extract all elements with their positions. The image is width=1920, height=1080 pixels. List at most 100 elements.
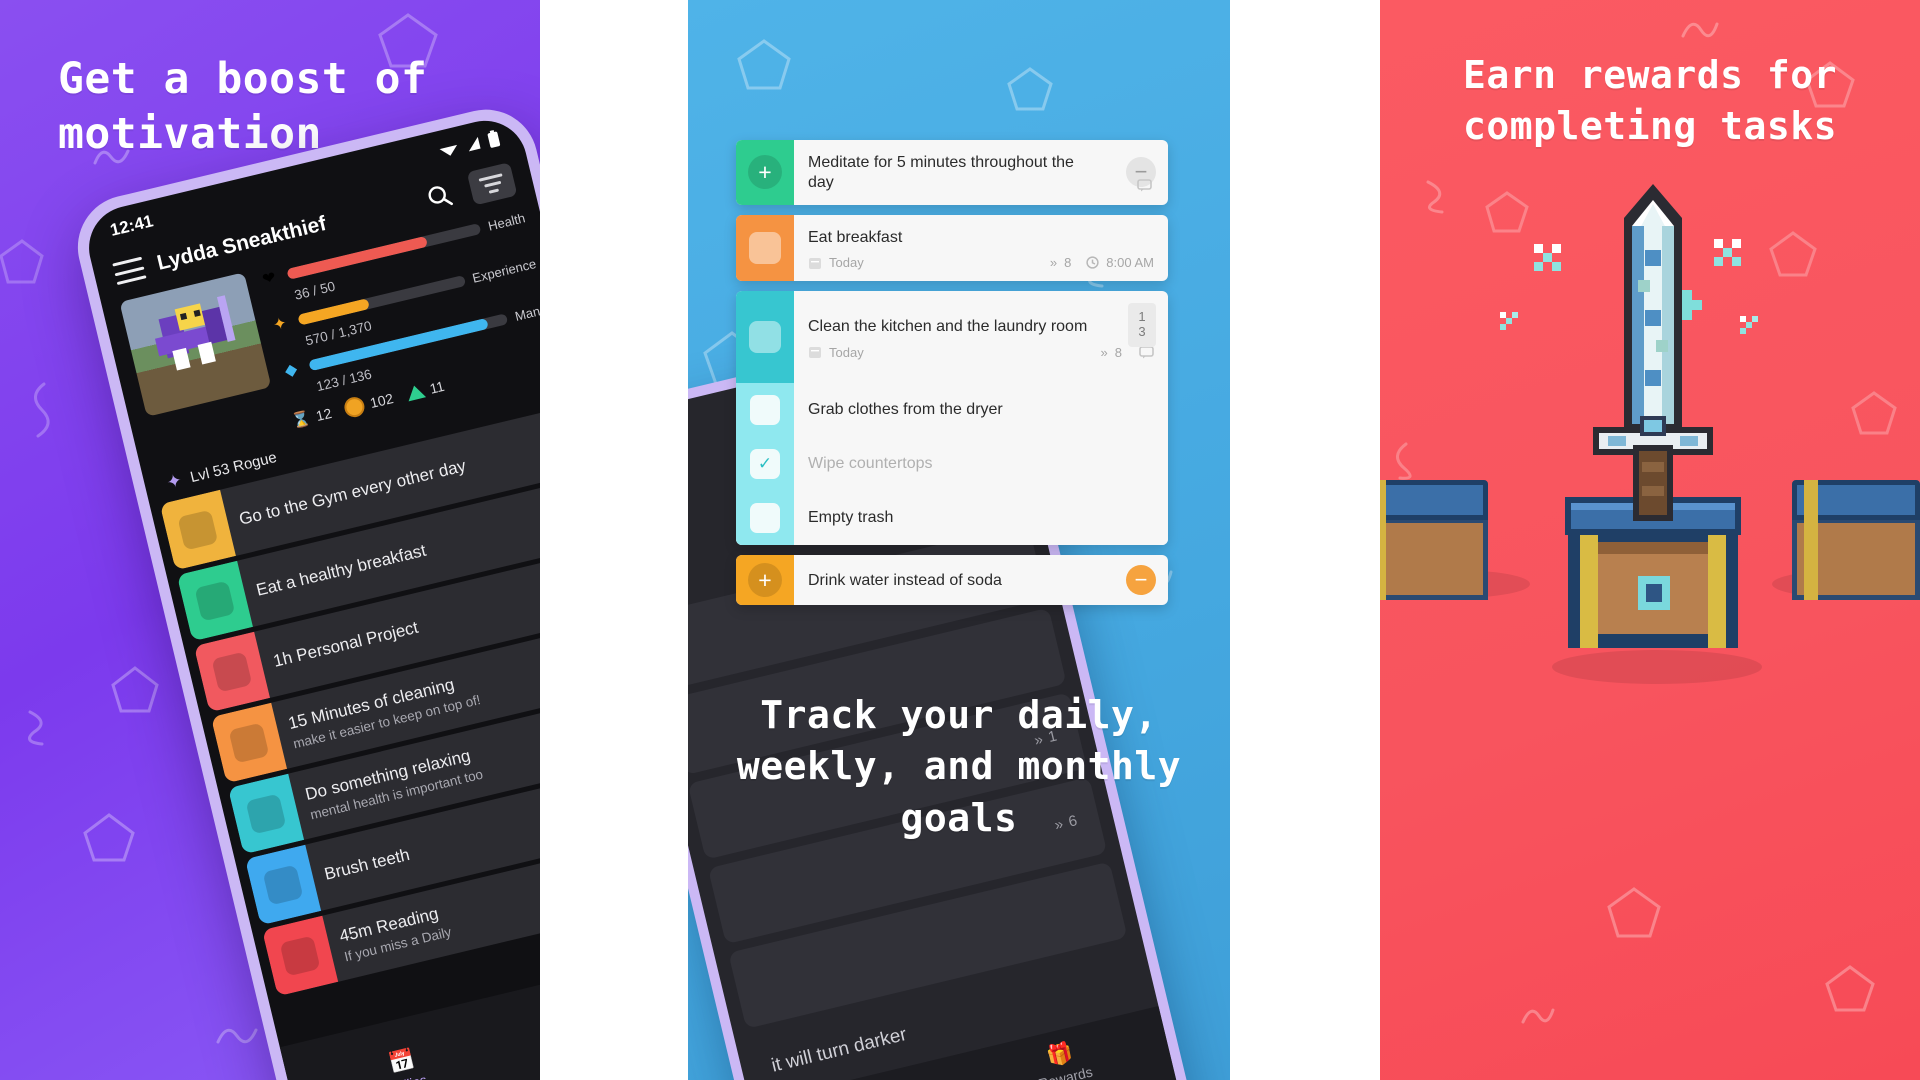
subtask-label: Wipe countertops — [808, 455, 933, 473]
subtask-label: Grab clothes from the dryer — [808, 401, 1003, 419]
note-icon — [1137, 179, 1152, 195]
check-icon[interactable]: ✓ — [750, 449, 780, 480]
panel-left: Get a boost of motivation 12:41 Lydda Sn… — [0, 0, 540, 1080]
task-card-list: + Meditate for 5 minutes throughout the … — [736, 140, 1168, 615]
task-card-habit[interactable]: + Meditate for 5 minutes throughout the … — [736, 140, 1168, 205]
star-icon: ✦ — [271, 314, 289, 335]
streak-icon: » — [1049, 255, 1058, 271]
meta-streak: 8 — [1064, 255, 1072, 271]
task-meta: Today » 8 — [808, 345, 1154, 360]
meta-due: Today — [829, 344, 864, 360]
phone-mockup-left: 12:41 Lydda Sneakthief ❤ Health 36 / 50 … — [67, 87, 540, 1080]
sparkle-icon — [1534, 244, 1561, 271]
task-title: Drink water instead of soda — [808, 572, 1002, 590]
checkbox-icon[interactable] — [749, 321, 781, 354]
task-checkbox[interactable] — [736, 291, 794, 384]
signal-icon — [468, 136, 481, 152]
doodle-squiggle — [24, 380, 58, 440]
plus-circle-icon[interactable]: + — [748, 563, 782, 598]
habit-plus-control[interactable]: + — [736, 140, 794, 205]
gold-counter: 102 — [342, 388, 396, 420]
status-time: 12:41 — [108, 211, 156, 240]
coin-icon — [342, 394, 367, 420]
hamburger-icon[interactable] — [112, 256, 147, 286]
subtask-done: 1 — [1138, 309, 1146, 325]
subtask-row[interactable]: Grab clothes from the dryer — [736, 383, 1168, 438]
pixel-sword-icon — [1593, 184, 1713, 521]
note-icon — [1139, 345, 1154, 359]
hourglass-icon: ⌛ — [290, 409, 313, 431]
doodle-pentagon — [736, 38, 792, 92]
habit-plus-control[interactable]: + — [736, 555, 794, 606]
hourglass-counter: ⌛ 12 — [290, 404, 334, 431]
subtask-checkbox[interactable] — [736, 383, 794, 438]
battery-icon — [487, 129, 501, 148]
doodle-squiggle — [1520, 1002, 1556, 1032]
panel-right: Earn rewards for completing tasks — [1380, 0, 1920, 1080]
task-card-todo[interactable]: Eat breakfast Today » 8 8:00 AM — [736, 214, 1168, 282]
sparkle-icon — [1500, 312, 1518, 330]
streak-icon: » — [1100, 344, 1108, 360]
calendar-icon — [808, 256, 822, 270]
task-card-checklist[interactable]: Clean the kitchen and the laundry room T… — [736, 291, 1168, 546]
wifi-icon — [439, 144, 458, 156]
nav-item-dailies[interactable]: 📅 Dailies — [381, 1046, 428, 1080]
doodle-pentagon — [0, 238, 44, 286]
rogue-icon: ✦ — [164, 469, 184, 493]
sparkle-icon — [1740, 316, 1758, 334]
doodle-squiggle — [1680, 14, 1720, 46]
panel-mid: » 2 » 1 » 6 it will turn darker ✓ To Do'… — [688, 0, 1230, 1080]
subtask-count-badge: 1 3 — [1128, 303, 1156, 348]
doodle-pentagon — [110, 665, 160, 715]
gem-icon: ◆ — [283, 360, 300, 381]
task-checkbox[interactable] — [736, 214, 794, 282]
minus-circle-icon[interactable]: − — [1126, 565, 1156, 596]
reward-artwork — [1380, 180, 1920, 720]
gem-icon — [404, 383, 426, 402]
subtask-total: 3 — [1138, 324, 1146, 340]
screenshot-stage: Get a boost of motivation 12:41 Lydda Sn… — [0, 0, 1920, 1080]
doodle-pentagon — [1006, 66, 1054, 112]
subtask-row[interactable]: ✓ Wipe countertops — [736, 437, 1168, 492]
gift-icon: 🎁 — [1044, 1040, 1076, 1070]
stat-label: Health — [486, 209, 527, 234]
doodle-pentagon — [1606, 886, 1662, 940]
checkbox-icon[interactable] — [750, 395, 780, 426]
task-title: Clean the kitchen and the laundry room — [808, 318, 1088, 336]
subtask-checkbox[interactable] — [736, 491, 794, 546]
doodle-pentagon — [1824, 964, 1876, 1014]
nav-label: Rewards — [1036, 1063, 1095, 1080]
task-title: Meditate for 5 minutes throughout the da… — [808, 154, 1074, 192]
subtask-row[interactable]: Empty trash — [736, 491, 1168, 546]
task-list: Go to the Gym every other day Eat a heal… — [150, 402, 540, 999]
plus-circle-icon[interactable]: + — [748, 155, 782, 190]
subtask-checkbox[interactable]: ✓ — [736, 437, 794, 492]
meta-time: 8:00 AM — [1106, 255, 1154, 271]
search-icon[interactable] — [418, 175, 461, 218]
treasure-chest-icon — [1792, 480, 1920, 600]
doodle-squiggle — [215, 1020, 259, 1052]
doodle-squiggle — [24, 708, 60, 748]
heart-icon: ❤ — [260, 269, 278, 289]
checkbox-icon[interactable] — [749, 232, 781, 265]
calendar-icon: 📅 — [386, 1046, 418, 1076]
subtask-label: Empty trash — [808, 509, 894, 527]
doodle-pentagon — [82, 812, 136, 864]
checkbox-icon[interactable] — [750, 503, 780, 534]
headline-mid: Track your daily, weekly, and monthly go… — [736, 693, 1182, 840]
clock-icon — [1086, 256, 1099, 270]
calendar-icon — [808, 345, 822, 359]
stat-label: Mana — [513, 301, 540, 324]
task-card-habit[interactable]: + Drink water instead of soda − — [736, 555, 1168, 606]
phone-screen-left: 12:41 Lydda Sneakthief ❤ Health 36 / 50 … — [80, 112, 540, 1080]
treasure-chest-icon — [1380, 480, 1488, 600]
avatar — [119, 272, 272, 417]
meta-streak: 8 — [1114, 344, 1122, 360]
gem-counter: 11 — [404, 378, 446, 403]
task-title: Eat breakfast — [808, 228, 903, 246]
filter-icon[interactable] — [466, 162, 518, 206]
headline-right: Earn rewards for completing tasks — [1462, 53, 1838, 148]
task-meta: Today » 8 8:00 AM — [808, 255, 1154, 270]
meta-due: Today — [829, 255, 864, 271]
nav-item-rewards[interactable]: 🎁 Rewards — [1031, 1038, 1095, 1080]
